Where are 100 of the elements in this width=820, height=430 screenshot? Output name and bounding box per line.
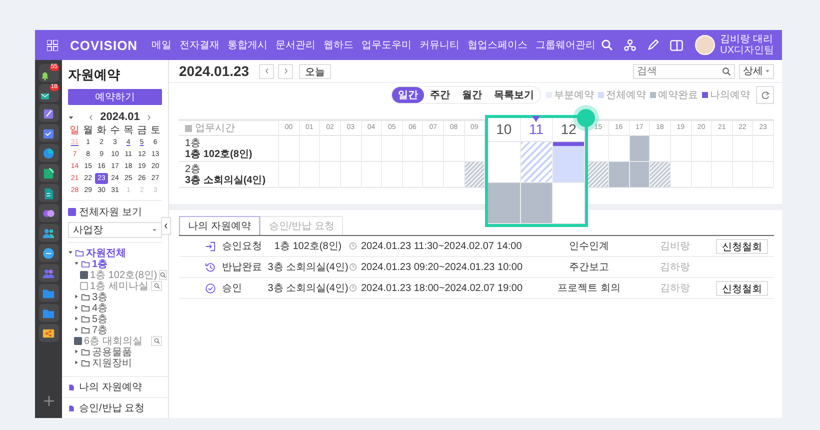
timeslot-cell[interactable] [320, 136, 341, 162]
tree-folder[interactable]: 7층 [92, 322, 108, 336]
view-tab[interactable]: 월간 [456, 87, 488, 103]
nav-menu-item[interactable]: 업무도우미 [362, 38, 412, 52]
refresh-button[interactable] [756, 86, 774, 104]
today-button[interactable]: 오늘 [299, 64, 332, 78]
timeslot-cell[interactable] [732, 136, 754, 162]
timeslot-cell[interactable] [692, 162, 712, 188]
timeslot-cell[interactable] [692, 136, 712, 162]
share-button[interactable] [38, 324, 58, 342]
timeslot-cell[interactable] [670, 136, 692, 162]
timeslot-cell[interactable] [340, 136, 362, 162]
nav-menu-item[interactable]: 통합게시 [228, 38, 268, 52]
timeslot-cell[interactable] [300, 162, 320, 188]
sidebar-link[interactable]: 나의 자원예약 [62, 376, 168, 397]
view-tab[interactable]: 주간 [424, 87, 456, 103]
nav-menu-item[interactable]: 전자결재 [180, 38, 220, 52]
withdraw-button[interactable]: 신청철회 [716, 238, 768, 254]
tree-folder[interactable]: 3층 [92, 290, 108, 304]
checkbox[interactable] [74, 336, 82, 344]
timeslot-cell[interactable] [464, 136, 486, 162]
checkbox[interactable] [80, 282, 88, 290]
search-button[interactable] [151, 280, 162, 290]
pie-chart-button[interactable] [38, 144, 58, 162]
search-button[interactable] [151, 336, 162, 346]
timeslot-cell[interactable] [650, 136, 671, 162]
nav-menu-item[interactable]: 그룹웨어관리 [536, 38, 596, 52]
timeslot-cell[interactable] [670, 162, 692, 188]
timeslot-cell[interactable] [362, 162, 382, 188]
reserve-button[interactable]: 예약하기 [68, 89, 162, 105]
checkbox[interactable] [80, 270, 88, 278]
site-dropdown[interactable]: 사업장 [68, 222, 162, 238]
org-chart-button[interactable] [624, 39, 636, 51]
timeslot-cell[interactable] [609, 162, 630, 188]
view-tab[interactable]: 일간 [392, 87, 424, 103]
tree-folder[interactable]: 1층 [92, 256, 108, 270]
view-tab[interactable]: 목록보기 [488, 87, 540, 103]
tree-folder[interactable]: 5층 [92, 312, 108, 326]
timeslot-cell[interactable] [732, 162, 754, 188]
timeslot-cell[interactable] [712, 162, 733, 188]
timeslot-cell[interactable] [630, 136, 650, 162]
timeslot-cell[interactable] [402, 136, 424, 162]
apps-menu-button[interactable] [47, 40, 58, 50]
tree-resource[interactable]: 1층 세미나실 [90, 278, 148, 292]
document-button[interactable] [38, 184, 58, 202]
circles-button[interactable] [38, 204, 58, 222]
checkbox[interactable] [68, 208, 76, 216]
detail-dropdown[interactable]: 상세 [739, 64, 774, 78]
next-day-button[interactable] [278, 64, 294, 78]
tree-folder[interactable]: 공용물품 [92, 344, 132, 358]
timeslot-cell[interactable] [402, 162, 424, 188]
search-button[interactable] [159, 270, 168, 280]
timeslot-cell[interactable] [382, 162, 403, 188]
folder-button[interactable] [38, 284, 58, 302]
timeslot-cell[interactable] [588, 162, 609, 188]
timeslot-cell[interactable] [753, 162, 774, 188]
timeslot-cell[interactable] [300, 136, 320, 162]
avatar[interactable] [695, 35, 716, 55]
calendar-button[interactable] [38, 124, 58, 142]
nav-menu-item[interactable]: 메일 [152, 38, 172, 52]
tree-resource[interactable]: 1층 102호(8인) [90, 268, 158, 282]
sidebar-link[interactable]: 승인/반납 요청 [62, 397, 168, 418]
pencil-button[interactable] [647, 39, 660, 51]
timeslot-cell[interactable] [444, 136, 465, 162]
search-button[interactable] [601, 39, 614, 51]
tab[interactable]: 나의 자원예약 [179, 216, 260, 235]
timeslot-cell[interactable] [382, 136, 403, 162]
note-button[interactable] [38, 164, 58, 182]
timeslot-cell[interactable] [340, 162, 362, 188]
nav-menu-item[interactable]: 커뮤니티 [420, 38, 460, 52]
prev-month-button[interactable] [88, 112, 94, 122]
tree-folder[interactable]: 자원전체 [86, 246, 126, 260]
prev-day-button[interactable] [259, 64, 274, 78]
tree-folder[interactable]: 지원장비 [92, 356, 132, 370]
timeslot-cell[interactable] [464, 162, 486, 188]
timeslot-cell[interactable] [650, 162, 671, 188]
nav-menu-item[interactable]: 협업스페이스 [468, 38, 528, 52]
timeslot-cell[interactable] [423, 136, 444, 162]
tree-folder[interactable]: 4층 [92, 300, 108, 314]
timeslot-cell[interactable] [712, 136, 733, 162]
pencil-button[interactable] [38, 104, 58, 122]
timeslot-cell[interactable] [423, 162, 444, 188]
people-button[interactable] [38, 224, 58, 242]
timeslot-cell[interactable] [753, 136, 774, 162]
timeslot-cell[interactable] [630, 162, 650, 188]
timeslot-cell[interactable] [279, 162, 300, 188]
tree-resource[interactable]: 6층 대회의실 [84, 334, 142, 348]
timeslot-cell[interactable] [588, 136, 609, 162]
timeslot-cell[interactable] [609, 136, 630, 162]
nav-menu-item[interactable]: 문서관리 [276, 38, 316, 52]
timeslot-cell[interactable] [320, 162, 341, 188]
withdraw-button[interactable]: 신청철회 [716, 280, 768, 296]
timeslot-cell[interactable] [279, 136, 300, 162]
collapse-button[interactable] [161, 217, 171, 235]
timeslot-cell[interactable] [444, 162, 465, 188]
panel-button[interactable] [670, 40, 684, 50]
people-button[interactable] [38, 264, 58, 282]
nav-menu-item[interactable]: 웹하드 [324, 38, 354, 52]
folder-button[interactable] [38, 304, 58, 322]
next-month-button[interactable] [146, 112, 152, 122]
